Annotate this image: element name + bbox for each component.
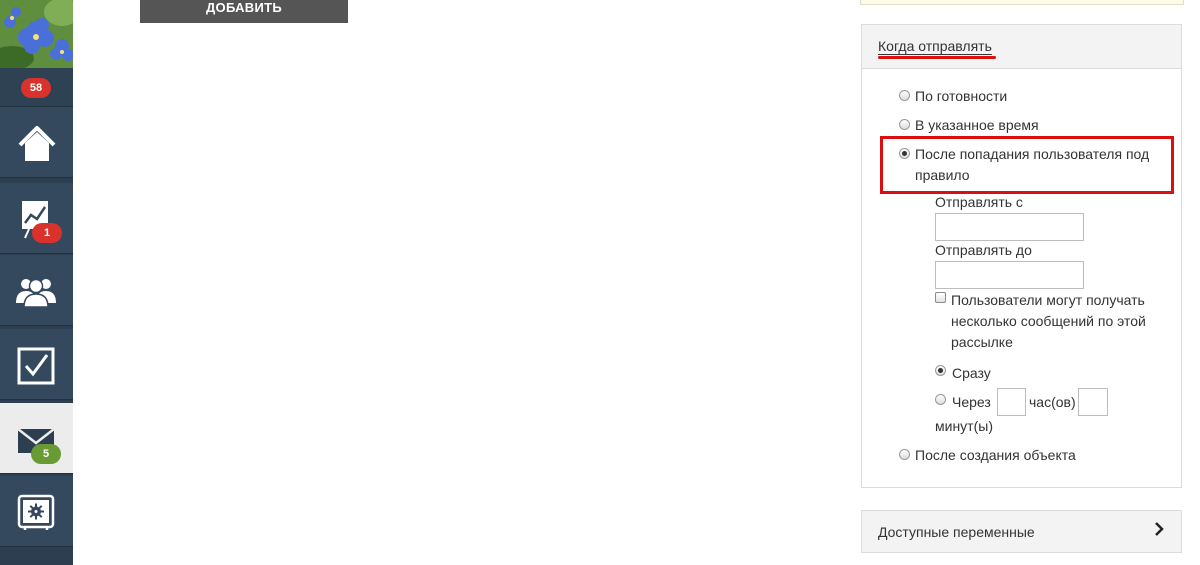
option-scheduled-label: В указанное время xyxy=(915,117,1039,133)
nav-tasks[interactable] xyxy=(0,329,73,400)
mail-badge: 5 xyxy=(31,444,61,464)
chevron-right-icon[interactable] xyxy=(1154,522,1164,536)
option-ready-label: По готовности xyxy=(915,88,1008,104)
users-icon xyxy=(16,278,56,307)
flower-image xyxy=(0,0,73,68)
send-to-input[interactable] xyxy=(935,261,1084,289)
minutes-input[interactable] xyxy=(1078,388,1108,416)
hours-label: час(ов) xyxy=(1029,394,1076,410)
panel-title[interactable]: Когда отправлять xyxy=(878,38,992,54)
radio-immediately[interactable] xyxy=(935,365,946,376)
safe-gear-icon xyxy=(17,494,55,530)
send-to-label: Отправлять до xyxy=(935,242,1032,258)
add-button[interactable]: ДОБАВИТЬ xyxy=(140,0,348,23)
after-delay-label: Через xyxy=(952,394,991,410)
radio-scheduled[interactable] xyxy=(899,119,910,130)
radio-ready[interactable] xyxy=(899,90,910,101)
immediately-label: Сразу xyxy=(952,365,991,381)
sidebar: 58 1 5 xyxy=(0,0,73,565)
nav-users[interactable] xyxy=(0,255,73,326)
annotation-highlight-box xyxy=(880,136,1174,194)
hours-input[interactable] xyxy=(997,388,1026,416)
nav-safe-settings[interactable] xyxy=(0,476,73,547)
variables-title: Доступные переменные xyxy=(878,524,1035,540)
available-variables-panel[interactable]: Доступные переменные xyxy=(861,510,1182,553)
home-icon xyxy=(18,126,56,161)
analytics-badge: 1 xyxy=(32,223,62,243)
nav-mail[interactable]: 5 xyxy=(0,403,73,474)
title-highlight-underline xyxy=(878,56,996,59)
top-panel-edge xyxy=(860,0,1184,5)
checkbox-task-icon xyxy=(17,347,55,385)
avatar[interactable] xyxy=(0,0,73,68)
minutes-label: минут(ы) xyxy=(935,418,993,434)
send-from-label: Отправлять с xyxy=(935,194,1023,210)
send-from-input[interactable] xyxy=(935,213,1084,241)
multi-messages-checkbox[interactable] xyxy=(935,292,946,303)
multi-messages-label: Пользователи могут получать несколько со… xyxy=(951,292,1146,350)
radio-after-create[interactable] xyxy=(899,449,910,460)
panel-header: Когда отправлять xyxy=(862,25,1181,69)
nav-analytics[interactable]: 1 xyxy=(0,183,73,254)
notifications-badge[interactable]: 58 xyxy=(21,78,51,98)
nav-home[interactable] xyxy=(0,107,73,178)
radio-after-delay[interactable] xyxy=(935,394,946,405)
notifications-row: 58 xyxy=(0,68,73,107)
option-after-create-label: После создания объекта xyxy=(915,447,1076,463)
